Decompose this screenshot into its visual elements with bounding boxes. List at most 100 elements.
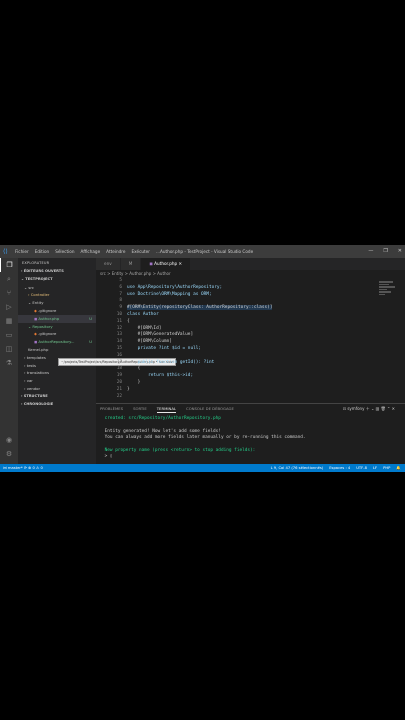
tree-item-gitignore[interactable]: ◆ .gitignore <box>18 307 96 315</box>
minimize-button[interactable]: — <box>368 245 373 258</box>
code-line: public function getId(): ?int <box>127 359 215 365</box>
menu-bar: Fichier Edition Sélection Affichage Atte… <box>15 245 160 258</box>
line-number: 16 <box>116 352 122 358</box>
line-number: 19 <box>116 373 122 379</box>
activity-bar: ❐ ⌕ ⑂ ▷ ▦ ▭ ◫ ⚗ ◉ ⚙ <box>0 258 18 464</box>
php-file-icon: ◼ <box>149 261 153 266</box>
tree-item-gitignore-2[interactable]: ◆ .gitignore <box>18 330 96 338</box>
cursor-position[interactable]: L 9, Col 47 (76 sélectionnés) <box>271 464 324 472</box>
run-debug-icon[interactable]: ▷ <box>0 300 18 314</box>
line-number: 21 <box>116 386 122 392</box>
line-number: 5 <box>119 278 122 283</box>
code-line: } <box>127 380 141 385</box>
tab-label: M <box>128 261 133 266</box>
tree-item-author-php[interactable]: ◼ Author.php U <box>18 314 96 323</box>
tab-terminal[interactable]: TERMINAL <box>156 404 177 413</box>
problems-count[interactable]: ⟳ ⊗ 0 ⚠ 0 <box>24 466 43 470</box>
status-bar: ⋈ master* ⟳ ⊗ 0 ⚠ 0 L 9, Col 47 (76 séle… <box>0 464 405 472</box>
line-ending[interactable]: LF <box>373 464 377 472</box>
line-number: 17 <box>116 359 122 365</box>
tree-item-repository[interactable]: ⌄ Repository <box>18 323 96 331</box>
open-editors-section[interactable]: › ÉDITEURS OUVERTS <box>18 268 96 276</box>
tree-item-kernel[interactable]: Kernel.php <box>18 346 96 354</box>
tab-problems[interactable]: PROBLÈMES <box>100 404 123 413</box>
bottom-panel: PROBLÈMES SORTIE TERMINAL CONSOLE DE DÉB… <box>96 403 405 465</box>
timeline-section[interactable]: › CHRONOLOGIE <box>18 401 96 409</box>
tree-item-label: vendor <box>26 385 41 391</box>
untracked-badge: U <box>89 315 92 321</box>
tree-item-controller[interactable]: › Controller <box>18 291 96 299</box>
tree-item-label: .gitignore <box>38 331 57 337</box>
line-number: 13 <box>116 332 122 338</box>
line-number: 20 <box>116 380 122 385</box>
extensions-icon[interactable]: ▦ <box>0 314 18 328</box>
tab-m[interactable]: M <box>120 258 142 270</box>
menu-affichage[interactable]: Affichage <box>81 245 101 258</box>
account-icon[interactable]: ◉ <box>0 433 18 447</box>
tab-output[interactable]: SORTIE <box>133 404 147 413</box>
git-file-icon: ◆ <box>34 307 37 313</box>
untracked-badge: U <box>89 339 92 345</box>
code-editor[interactable]: 5 6 use App\Repository\AuthorRepository; 7 u… <box>96 278 405 399</box>
title-bar: ⟨⟩ Fichier Edition Sélection Affichage A… <box>0 245 405 258</box>
maximize-button[interactable]: ❐ <box>383 245 387 258</box>
tab-author-php[interactable]: ◼ Author.php ✕ <box>141 258 192 270</box>
window-title: Author.php - TestProject - Visual Studio… <box>160 249 254 254</box>
code-line: #[ORM\Column] <box>127 339 172 345</box>
project-section[interactable]: ⌄ TESTPROJECT <box>18 276 96 284</box>
tree-item-entity[interactable]: ⌄ Entity <box>18 299 96 307</box>
language-mode[interactable]: PHP <box>383 464 390 472</box>
tree-item-author-repository[interactable]: ◼ AuthorRepository... U <box>18 338 96 346</box>
menu-fichier[interactable]: Fichier <box>15 245 29 258</box>
tree-item-label: Kernel.php <box>28 346 49 352</box>
tree-item-translations[interactable]: › translations <box>18 369 96 377</box>
git-file-icon: ◆ <box>34 331 37 337</box>
menu-atteindre[interactable]: Atteindre <box>106 245 125 258</box>
tree-item-label: translations <box>26 370 50 376</box>
database-icon[interactable]: ◫ <box>0 342 18 356</box>
terminal-shell-selector[interactable]: ⊡ symfony ＋ ⌄ ▥ 🗑 ⌃ ✕ <box>343 404 395 413</box>
terminal-shell-label: symfony <box>347 406 365 411</box>
tab-label: env <box>104 261 112 266</box>
line-number: 14 <box>116 339 122 345</box>
close-button[interactable]: ✕ <box>398 245 402 258</box>
minimap[interactable] <box>379 281 397 301</box>
git-branch[interactable]: master* <box>8 466 23 470</box>
tree-item-label: tests <box>26 362 37 368</box>
remote-icon[interactable]: ▭ <box>0 328 18 342</box>
settings-gear-icon[interactable]: ⚙ <box>0 447 18 461</box>
code-line: { <box>127 366 141 372</box>
explorer-sidebar: EXPLORATEUR › ÉDITEURS OUVERTS ⌄ TESTPRO… <box>18 258 177 464</box>
code-line: use Doctrine\ORM\Mapping as ORM; <box>127 291 212 297</box>
breadcrumb[interactable]: src > Entity > Author.php > Author <box>96 270 171 278</box>
tree-item-vendor[interactable]: › vendor <box>18 385 96 393</box>
tab-debug-console[interactable]: CONSOLE DE DÉBOGAGE <box>186 404 234 413</box>
source-control-icon[interactable]: ⑂ <box>0 286 18 300</box>
editor-tabs: env M ◼ Author.php ✕ <box>96 258 405 270</box>
vscode-window: ⟨⟩ Fichier Edition Sélection Affichage A… <box>0 245 405 472</box>
notifications-icon[interactable]: 🔔 <box>396 464 401 472</box>
tree-item-src[interactable]: ⌄ src <box>18 284 96 292</box>
project-label: TESTPROJECT <box>25 276 53 281</box>
structure-section[interactable]: › STRUCTURE <box>18 393 96 401</box>
encoding[interactable]: UTF-8 <box>356 464 367 472</box>
tab-env[interactable]: env <box>96 258 121 270</box>
structure-label: STRUCTURE <box>23 393 48 398</box>
menu-executer[interactable]: Exécuter <box>132 245 150 258</box>
code-line: use App\Repository\AuthorRepository; <box>127 284 223 290</box>
menu-selection[interactable]: Sélection <box>55 245 74 258</box>
code-line: { <box>127 318 130 324</box>
vscode-logo-icon: ⟨⟩ <box>3 248 8 255</box>
terminal-icon: ⊡ <box>342 406 347 411</box>
menu-edition[interactable]: Edition <box>35 245 50 258</box>
tree-item-var[interactable]: › var <box>18 377 96 385</box>
close-tab-icon[interactable]: ✕ <box>179 261 183 266</box>
code-line: #[ORM\GeneratedValue] <box>127 332 194 338</box>
php-file-icon: ◼ <box>34 339 38 345</box>
remote-status-icon[interactable]: ⋈ <box>3 466 7 470</box>
files-icon[interactable]: ❐ <box>0 258 18 272</box>
search-icon[interactable]: ⌕ <box>0 272 18 286</box>
indentation[interactable]: Espaces : 4 <box>329 464 350 472</box>
terminal-output[interactable]: created: src/Repository/AuthorRepository… <box>96 413 405 461</box>
test-icon[interactable]: ⚗ <box>0 356 18 370</box>
